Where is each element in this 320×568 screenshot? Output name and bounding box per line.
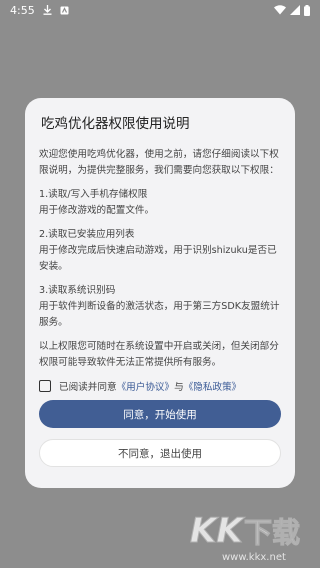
signal-icon bbox=[290, 5, 300, 15]
agree-row: 已阅读并同意《用户协议》与《隐私政策》 bbox=[39, 379, 281, 393]
note-text: 以上权限您可随时在系统设置中开启或关闭，但关闭部分权限可能导致软件无法正常提供所… bbox=[39, 341, 279, 368]
intro-text: 欢迎您使用吃鸡优化器，使用之前，请您仔细阅读以下权限说明，为提供完整服务，我们需… bbox=[39, 149, 279, 176]
app-notification-icon bbox=[60, 6, 69, 15]
battery-icon bbox=[304, 4, 310, 16]
status-time: 4:55 bbox=[10, 3, 35, 17]
dialog-title: 吃鸡优化器权限使用说明 bbox=[41, 116, 190, 132]
user-agreement-link[interactable]: 《用户协议》 bbox=[117, 382, 175, 393]
accept-button[interactable]: 同意，开始使用 bbox=[39, 400, 281, 428]
agree-text: 已阅读并同意《用户协议》与《隐私政策》 bbox=[59, 379, 241, 393]
permission-title: 1.读取/写入手机存储权限 bbox=[39, 189, 148, 200]
agree-checkbox[interactable] bbox=[39, 380, 51, 392]
reject-button[interactable]: 不同意，退出使用 bbox=[39, 439, 281, 467]
status-bar: 4:55 bbox=[0, 0, 320, 20]
permission-description: 用于软件判断设备的激活状态，用于第三方SDK友盟统计服务。 bbox=[39, 301, 280, 328]
svg-text:下载: 下载 bbox=[244, 516, 300, 549]
dialog-body: 欢迎您使用吃鸡优化器，使用之前，请您仔细阅读以下权限说明，为提供完整服务，我们需… bbox=[39, 147, 281, 371]
svg-text:www.kkx.net: www.kkx.net bbox=[222, 552, 286, 563]
wifi-icon bbox=[274, 5, 286, 15]
permission-title: 3.读取系统识别码 bbox=[39, 285, 116, 296]
kkx-watermark-logo: KK 下载 www.kkx.net bbox=[182, 496, 312, 566]
agree-prefix: 已阅读并同意 bbox=[59, 382, 117, 393]
permission-title: 2.读取已安装应用列表 bbox=[39, 229, 135, 240]
permission-item-device-id: 3.读取系统识别码 用于软件判断设备的激活状态，用于第三方SDK友盟统计服务。 bbox=[39, 283, 281, 331]
status-left: 4:55 bbox=[10, 4, 69, 17]
permission-item-app-list: 2.读取已安装应用列表 用于修改完成后快速启动游戏，用于识别shizuku是否已… bbox=[39, 227, 281, 275]
privacy-policy-link[interactable]: 《隐私政策》 bbox=[184, 382, 242, 393]
permission-description: 用于修改完成后快速启动游戏，用于识别shizuku是否已安装。 bbox=[39, 245, 277, 272]
permission-description: 用于修改游戏的配置文件。 bbox=[39, 205, 155, 216]
permission-item-storage: 1.读取/写入手机存储权限 用于修改游戏的配置文件。 bbox=[39, 187, 281, 219]
status-right bbox=[274, 4, 310, 16]
and-text: 与 bbox=[174, 382, 184, 393]
svg-text:KK: KK bbox=[190, 511, 245, 551]
permission-dialog: 吃鸡优化器权限使用说明 欢迎您使用吃鸡优化器，使用之前，请您仔细阅读以下权限说明… bbox=[25, 98, 295, 488]
download-icon bbox=[43, 5, 52, 15]
